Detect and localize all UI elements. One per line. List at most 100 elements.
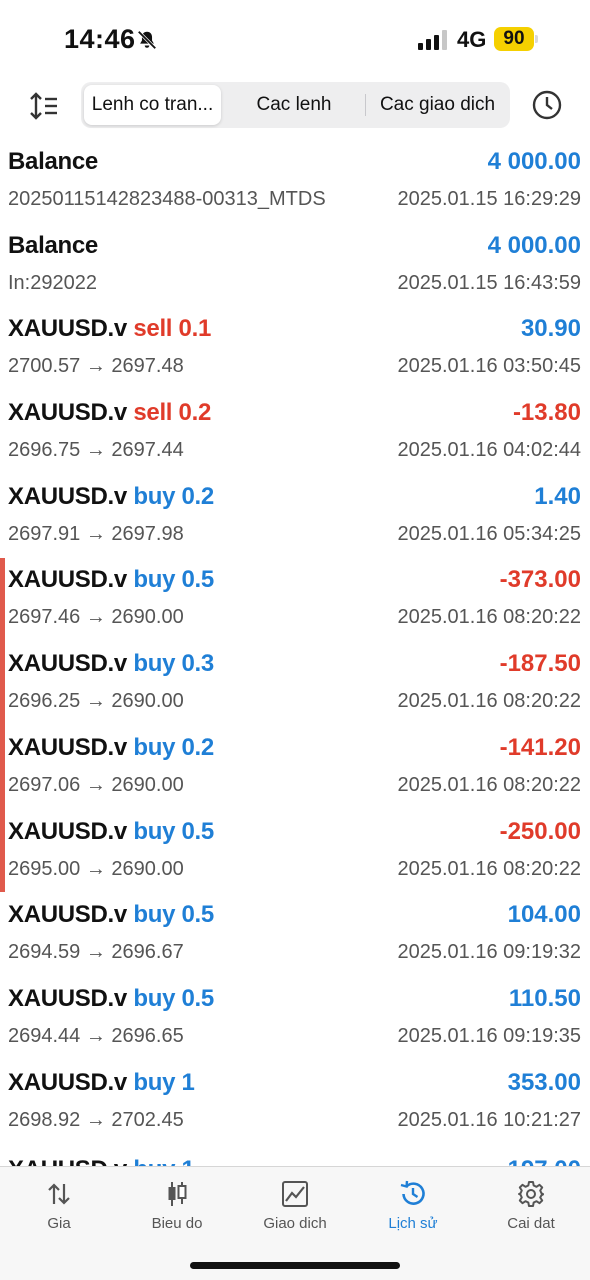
- item-symbol: XAUUSD.v: [8, 315, 127, 343]
- cellular-signal-icon: [418, 30, 447, 50]
- item-side-volume: sell 0.2: [133, 399, 212, 427]
- item-timestamp: 2025.01.16 08:20:22: [397, 690, 581, 713]
- clock-icon[interactable]: [530, 88, 564, 122]
- item-detail: 2697.91 → 2697.98: [8, 522, 184, 545]
- segment-orders[interactable]: Cac lenh: [225, 85, 363, 125]
- candlestick-icon: [168, 1182, 187, 1206]
- segment-positions[interactable]: Lenh co tran...: [84, 85, 221, 125]
- list-item[interactable]: XAUUSD.v sell 0.1 30.90 2700.57 → 2697.48 2…: [0, 313, 590, 397]
- item-timestamp: 2025.01.16 08:20:22: [397, 606, 581, 629]
- item-symbol: XAUUSD.v: [8, 733, 127, 761]
- item-symbol: XAUUSD.v: [8, 566, 127, 594]
- list-item[interactable]: XAUUSD.v buy 0.2 -141.20 2697.06 → 2690.00…: [0, 732, 590, 816]
- tab-chart-label: Bieu do: [151, 1215, 203, 1232]
- item-title: XAUUSD.v buy 0.5: [8, 818, 214, 846]
- item-symbol: XAUUSD.v: [8, 984, 127, 1012]
- item-profit: -373.00: [499, 566, 581, 594]
- home-indicator: [190, 1262, 400, 1269]
- item-title: Balance: [8, 232, 98, 260]
- item-detail: 2695.00 → 2690.00: [8, 857, 184, 880]
- sort-icon[interactable]: [26, 88, 62, 124]
- segment-divider: [365, 94, 366, 116]
- list-item[interactable]: XAUUSD.v sell 0.2 -13.80 2696.75 → 2697.44…: [0, 397, 590, 481]
- item-side-volume: buy 0.5: [133, 984, 214, 1012]
- item-profit: 4 000.00: [487, 231, 581, 259]
- tab-chart[interactable]: Bieu do: [118, 1167, 236, 1247]
- item-detail: 2698.92 → 2702.45: [8, 1108, 184, 1131]
- item-detail: 2697.46 → 2690.00: [8, 606, 184, 629]
- item-symbol: XAUUSD.v: [8, 817, 127, 845]
- item-side-volume: buy 0.5: [133, 566, 214, 594]
- tab-history[interactable]: Lịch sử: [354, 1167, 472, 1247]
- item-title: XAUUSD.v sell 0.2: [8, 399, 211, 427]
- item-title: XAUUSD.v buy 0.2: [8, 483, 214, 511]
- list-item[interactable]: XAUUSD.v buy 0.5 110.50 2694.44 → 2696.65 2…: [0, 983, 590, 1067]
- history-toolbar: Lenh co tran... Cac lenh Cac giao dich: [0, 80, 590, 132]
- network-type: 4G: [457, 27, 487, 52]
- item-profit: -187.50: [499, 650, 581, 678]
- item-symbol: Balance: [8, 148, 98, 175]
- item-side-volume: buy 0.5: [133, 901, 214, 929]
- status-bar: 14:46 4G 90: [0, 0, 590, 80]
- item-side-volume: sell 0.1: [133, 315, 212, 343]
- item-timestamp: 2025.01.16 09:19:32: [397, 941, 581, 964]
- status-time: 14:46: [64, 24, 136, 54]
- item-side-volume: buy 1: [133, 1068, 195, 1096]
- list-item[interactable]: XAUUSD.v buy 0.5 -373.00 2697.46 → 2690.00…: [0, 564, 590, 648]
- list-item[interactable]: Balance 4 000.00 In:292022 2025.01.15 16:43…: [0, 230, 590, 314]
- item-title: XAUUSD.v buy 0.5: [8, 566, 214, 594]
- item-profit: -141.20: [499, 733, 581, 761]
- item-title: XAUUSD.v buy 0.5: [8, 901, 214, 929]
- battery-icon: 90: [494, 27, 538, 51]
- item-detail: 2697.06 → 2690.00: [8, 773, 184, 796]
- item-profit: 104.00: [507, 901, 581, 929]
- item-symbol: XAUUSD.v: [8, 650, 127, 678]
- history-icon: [400, 1180, 425, 1205]
- item-profit: 4 000.00: [487, 148, 581, 175]
- item-symbol: XAUUSD.v: [8, 1068, 127, 1096]
- item-timestamp: 2025.01.16 09:19:35: [397, 1024, 581, 1047]
- item-profit: 110.50: [508, 984, 581, 1012]
- item-timestamp: 2025.01.16 08:20:22: [397, 773, 581, 796]
- item-symbol: Balance: [8, 231, 98, 259]
- item-timestamp: 2025.01.16 08:20:22: [397, 857, 581, 880]
- gear-icon: [518, 1181, 544, 1207]
- tab-quotes[interactable]: Gia: [0, 1167, 118, 1247]
- item-timestamp: 2025.01.16 10:21:27: [397, 1108, 581, 1131]
- item-title: Balance: [8, 148, 98, 176]
- item-symbol: XAUUSD.v: [8, 399, 127, 427]
- battery-level: 90: [503, 28, 525, 49]
- list-item[interactable]: XAUUSD.v buy 0.3 -187.50 2696.25 → 2690.00…: [0, 648, 590, 732]
- list-item[interactable]: Balance 4 000.00 20250115142823488-00313_M…: [0, 146, 590, 230]
- item-side-volume: buy 0.5: [133, 817, 214, 845]
- item-title: XAUUSD.v buy 0.3: [8, 650, 214, 678]
- item-detail: 2700.57 → 2697.48: [8, 355, 184, 378]
- tab-history-label: Lịch sử: [388, 1215, 438, 1232]
- item-detail: 20250115142823488-00313_MTDS: [8, 188, 326, 210]
- line-chart-icon: [282, 1181, 308, 1207]
- item-profit: -250.00: [499, 817, 581, 845]
- item-title: XAUUSD.v buy 0.2: [8, 734, 214, 762]
- selection-marker: [0, 558, 5, 892]
- tab-trade[interactable]: Giao dich: [236, 1167, 354, 1247]
- tab-settings[interactable]: Cai dat: [472, 1167, 590, 1247]
- deal-list: Balance 4 000.00 20250115142823488-00313_M…: [0, 146, 590, 1150]
- item-detail: 2696.25 → 2690.00: [8, 690, 184, 713]
- list-item[interactable]: XAUUSD.v buy 0.5 -250.00 2695.00 → 2690.00…: [0, 816, 590, 900]
- item-title: XAUUSD.v buy 1: [8, 1069, 195, 1097]
- list-item[interactable]: XAUUSD.v buy 0.2 1.40 2697.91 → 2697.98 202…: [0, 481, 590, 565]
- list-item[interactable]: XAUUSD.v buy 1 353.00 2698.92 → 2702.45 202…: [0, 1067, 590, 1151]
- item-detail: 2694.59 → 2696.67: [8, 941, 184, 964]
- list-item[interactable]: XAUUSD.v buy 0.5 104.00 2694.59 → 2696.67 2…: [0, 899, 590, 983]
- item-detail: In:292022: [8, 271, 97, 294]
- item-symbol: XAUUSD.v: [8, 901, 127, 929]
- item-side-volume: buy 0.2: [133, 482, 214, 510]
- item-side-volume: buy 0.2: [133, 733, 214, 761]
- item-timestamp: 2025.01.16 04:02:44: [397, 439, 581, 462]
- tab-settings-label: Cai dat: [507, 1215, 555, 1232]
- item-detail: 2696.75 → 2697.44: [8, 439, 184, 462]
- item-timestamp: 2025.01.16 05:34:25: [397, 522, 581, 545]
- item-title: XAUUSD.v buy 0.5: [8, 985, 214, 1013]
- tab-trade-label: Giao dich: [263, 1215, 327, 1232]
- segment-deals[interactable]: Cac giao dich: [368, 85, 507, 125]
